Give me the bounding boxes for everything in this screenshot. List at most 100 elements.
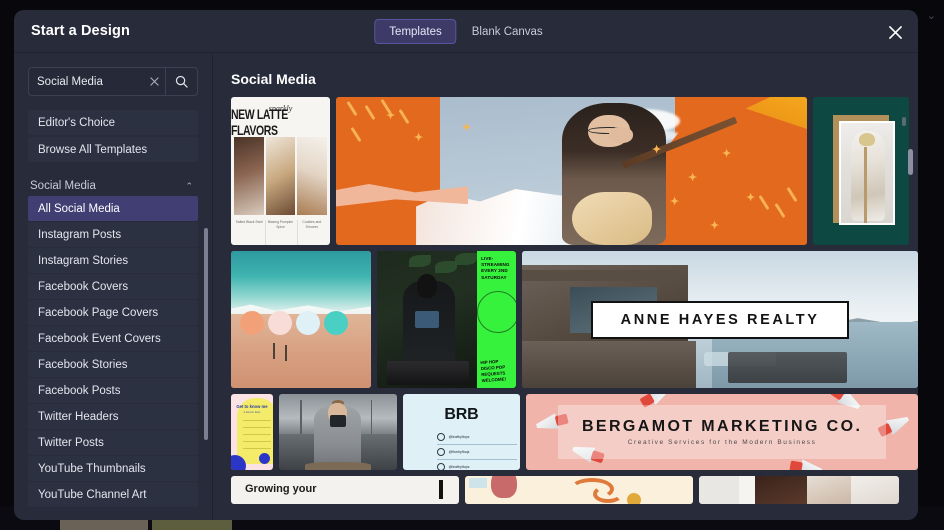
photo-segment [739, 476, 755, 504]
sidebar-item-facebook-page-covers[interactable]: Facebook Page Covers [28, 300, 198, 325]
sidebar-item-youtube-channel-art[interactable]: YouTube Channel Art [28, 482, 198, 507]
template-card-fashion-portrait[interactable] [813, 97, 909, 245]
chevron-up-icon: ⌃ [185, 180, 193, 191]
template-card-abstract-illustration[interactable] [465, 476, 693, 504]
getto-title: Get to know me [236, 404, 268, 409]
realty-label-text: ANNE HAYES REALTY [620, 311, 820, 328]
realty-deck [728, 352, 847, 383]
bergamot-subtitle: Creative Services for the Modern Busines… [627, 439, 817, 446]
dj-shirt-graphic [414, 311, 439, 328]
template-card-new-latte-flavors[interactable]: sparkly NEW LATTE FLAVORS Salted Black S… [231, 97, 330, 245]
search-input[interactable] [29, 75, 143, 88]
close-icon [888, 25, 902, 39]
sidebar-item-twitter-posts[interactable]: Twitter Posts [28, 430, 198, 455]
category-header-social-media[interactable]: Social Media ⌃ [28, 180, 198, 192]
brb-row-text: @fluebyfloqs [448, 450, 470, 454]
clear-search-button[interactable] [143, 68, 165, 95]
banner-hand [609, 126, 633, 143]
template-card-orange-guitar-banner[interactable]: ✦ ✦ ✦ ✦ ✦ ✦ ✦ ✦ ✦ [336, 97, 807, 245]
close-button[interactable] [882, 19, 908, 45]
sidebar-item-twitter-headers[interactable]: Twitter Headers [28, 404, 198, 429]
divider [243, 427, 271, 428]
divider [243, 420, 271, 421]
realty-stone-wall [522, 341, 697, 388]
sidebar-item-facebook-stories[interactable]: Facebook Stories [28, 352, 198, 377]
fashion-prop [864, 147, 867, 223]
sidebar-item-facebook-covers[interactable]: Facebook Covers [28, 274, 198, 299]
dj-photo: DJ GRAY MATTER DJ GRAY MATTER DJ GRAY MA… [376, 251, 478, 388]
getto-subtitle: a few fun facts [243, 411, 261, 414]
sidebar-item-instagram-stories[interactable]: Instagram Stories [28, 248, 198, 273]
abstract-shape [491, 476, 517, 498]
chevron-down-icon[interactable]: ⌄ [927, 11, 936, 22]
dj-head [416, 274, 437, 298]
divider [243, 448, 271, 449]
template-card-beach-palette[interactable] [231, 251, 371, 388]
sidebar-item-all-social-media[interactable]: All Social Media [28, 196, 198, 221]
dash-mark [364, 104, 376, 121]
design-mode-tabs: Templates Blank Canvas [374, 19, 557, 44]
fashion-model-hair [859, 133, 875, 146]
realty-label: ANNE HAYES REALTY [591, 300, 850, 339]
list-item: @fluebyfloqs [436, 445, 517, 460]
gallery-scrollbar[interactable] [908, 149, 913, 175]
abstract-stamp [469, 478, 487, 488]
bullet-icon [436, 463, 445, 470]
tab-blank-canvas[interactable]: Blank Canvas [457, 19, 558, 44]
dj-vertical-text-block: DJ GRAY MATTER DJ GRAY MATTER DJ GRAY MA… [377, 251, 403, 388]
latte-caption: Salted Black Swirl [235, 220, 263, 224]
window-mullion [370, 400, 373, 434]
sidebar-nav-list: All Social Media Instagram Posts Instagr… [14, 196, 212, 520]
growing-text: Growing your [245, 483, 317, 495]
latte-header: sparkly NEW LATTE FLAVORS [231, 97, 330, 140]
dash-mark [398, 108, 410, 125]
text-cursor [439, 480, 443, 499]
sidebar-item-browse-all-templates[interactable]: Browse All Templates [28, 137, 198, 162]
template-card-dj-gray-matter[interactable]: DJ GRAY MATTER DJ GRAY MATTER DJ GRAY MA… [376, 251, 517, 388]
dialog-body: Editor's Choice Browse All Templates Soc… [14, 53, 918, 520]
quick-links: Editor's Choice Browse All Templates [14, 110, 212, 164]
color-swatch [268, 311, 292, 335]
beach-umbrella [273, 343, 275, 359]
latte-caption: Cookies and S'mores [296, 220, 326, 245]
list-item: @leafbyflops [436, 430, 517, 445]
template-card-bergamot-marketing[interactable]: BERGAMOT MARKETING CO. Creative Services… [526, 394, 918, 470]
close-icon [149, 77, 159, 86]
sidebar-item-youtube-thumbnails[interactable]: YouTube Thumbnails [28, 456, 198, 481]
template-card-get-to-know-me[interactable]: Get to know me a few fun facts [231, 394, 273, 470]
color-swatch [240, 311, 264, 335]
template-card-growing-your[interactable]: Growing your [231, 476, 459, 504]
photo-segment [699, 476, 739, 504]
sidebar-item-facebook-posts[interactable]: Facebook Posts [28, 378, 198, 403]
sidebar-item-facebook-event-covers[interactable]: Facebook Event Covers [28, 326, 198, 351]
dash-mark [346, 100, 358, 117]
latte-headline: NEW LATTE FLAVORS [231, 106, 288, 140]
template-card-photo-strip[interactable] [699, 476, 899, 504]
photo-segment [755, 476, 807, 504]
latte-caption: Blazing Pumpkin Spice [265, 220, 294, 245]
sidebar-item-editors-choice[interactable]: Editor's Choice [28, 110, 198, 135]
search-field[interactable] [28, 67, 198, 96]
search-icon [175, 75, 188, 88]
template-card-brb[interactable]: BRB @leafbyflops @fluebyfloqs @leafbyflo… [402, 394, 521, 470]
sidebar-item-instagram-posts[interactable]: Instagram Posts [28, 222, 198, 247]
search-button[interactable] [165, 68, 197, 95]
template-row: Get to know me a few fun facts BRB @leaf… [231, 394, 918, 470]
latte-photo [297, 137, 328, 215]
photo-segment [807, 476, 851, 504]
category-label: Social Media [30, 180, 96, 192]
dj-genre-text: HIP HOP DISCO POP REQUESTS WELCOME! [480, 359, 507, 384]
beach-sea [231, 251, 371, 315]
tab-templates[interactable]: Templates [374, 19, 457, 44]
sidebar-scrollbar[interactable] [204, 228, 208, 440]
leaf-icon [434, 261, 457, 273]
abstract-swirl [592, 485, 623, 503]
template-card-anne-hayes-realty[interactable]: ANNE HAYES REALTY [522, 251, 918, 388]
start-a-design-dialog: Start a Design Templates Blank Canvas So… [14, 10, 918, 520]
divider [243, 441, 271, 442]
sidebar: Editor's Choice Browse All Templates Soc… [14, 53, 213, 520]
template-card-coffee-photo[interactable] [278, 394, 397, 470]
page-title: Start a Design [31, 23, 130, 39]
latte-captions: Salted Black Swirl Blazing Pumpkin Spice… [231, 215, 330, 245]
template-gallery: Social Media sparkly NEW LATTE FLAVORS S… [213, 53, 918, 520]
